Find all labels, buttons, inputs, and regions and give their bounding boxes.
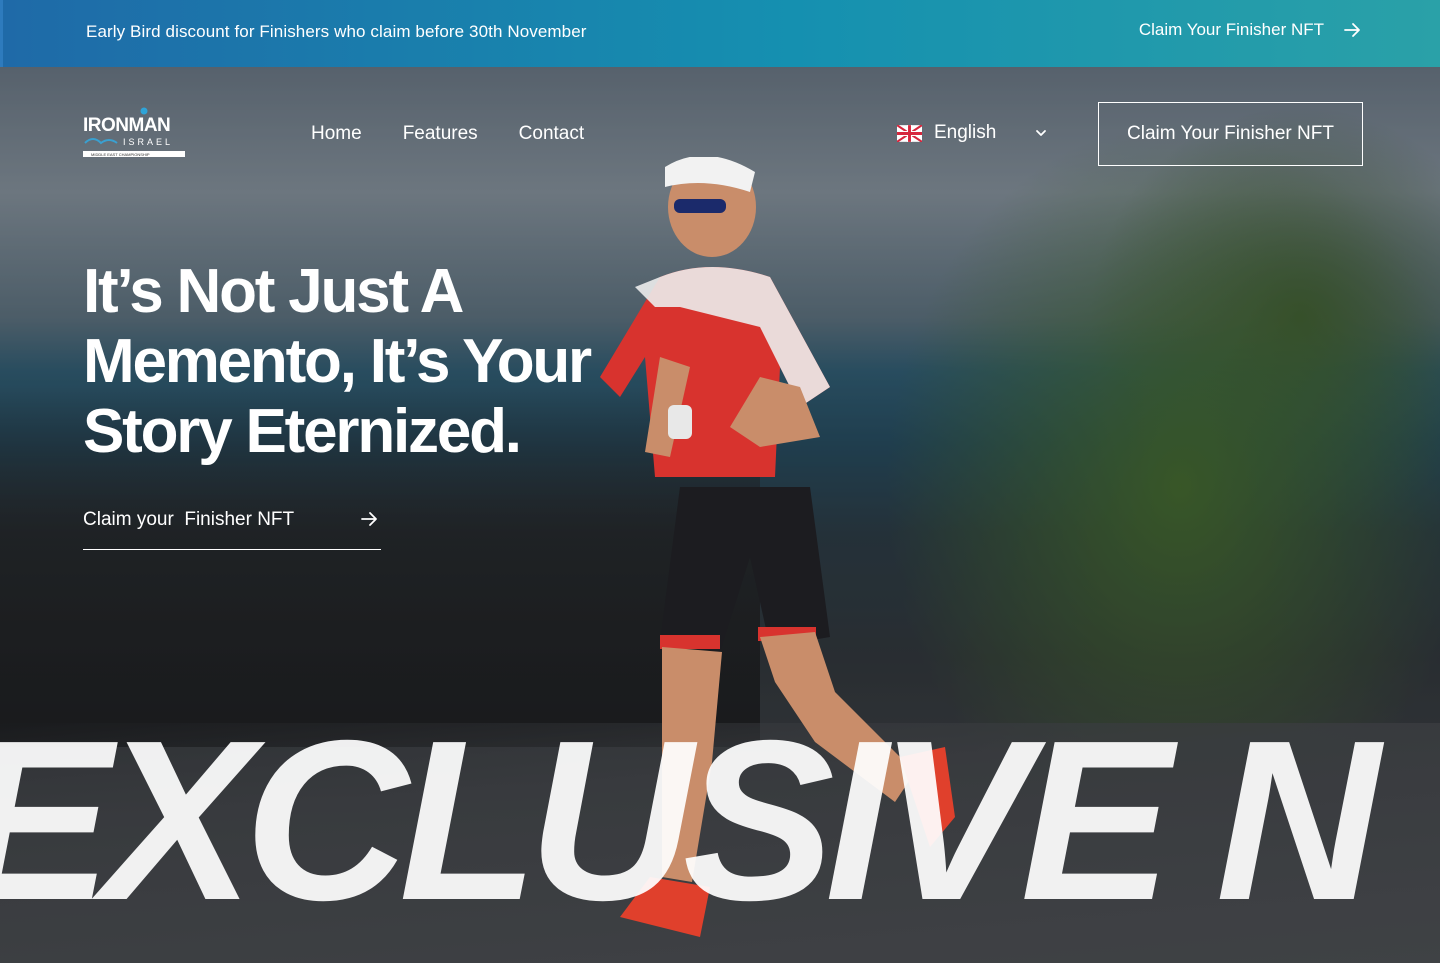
promo-text: Early Bird discount for Finishers who cl… — [86, 22, 587, 41]
ironman-logo-mark: IRONMAN ISRAEL MIDDLE EAST CHAMPIONSHIP — [83, 107, 185, 157]
hero-claim-label: Claim your Finisher NFT — [83, 509, 295, 530]
uk-flag-icon — [897, 124, 922, 142]
nav-contact[interactable]: Contact — [519, 123, 584, 145]
main-nav: Home Features Contact — [311, 123, 584, 145]
svg-text:ISRAEL: ISRAEL — [123, 137, 173, 147]
promo-claim-link[interactable]: Claim Your Finisher NFT — [1139, 20, 1362, 40]
svg-text:IRONMAN: IRONMAN — [83, 115, 170, 136]
language-label: English — [934, 122, 997, 143]
svg-text:MIDDLE EAST CHAMPIONSHIP: MIDDLE EAST CHAMPIONSHIP — [91, 152, 150, 157]
hero-claim-link[interactable]: Claim your Finisher NFT — [83, 503, 381, 550]
marquee-text: EXCLUSIVE N — [0, 694, 1380, 948]
promo-claim-label: Claim Your Finisher NFT — [1138, 20, 1324, 39]
hero-headline: It’s Not Just A Memento, It’s Your Story… — [83, 257, 643, 467]
nav-features[interactable]: Features — [403, 123, 478, 145]
ironman-logo[interactable]: IRONMAN ISRAEL MIDDLE EAST CHAMPIONSHIP — [83, 107, 187, 159]
nav-home[interactable]: Home — [311, 123, 362, 145]
hero-headline-line-2: Memento, It’s Your — [83, 327, 592, 396]
arrow-right-icon — [361, 512, 377, 526]
hero-headline-line-3: Story Eternized. — [83, 397, 522, 466]
chevron-down-icon — [1036, 130, 1047, 136]
hero-section: IRONMAN ISRAEL MIDDLE EAST CHAMPIONSHIP … — [0, 67, 1440, 963]
hero-headline-line-1: It’s Not Just A — [83, 257, 464, 326]
promo-bar: Early Bird discount for Finishers who cl… — [0, 0, 1440, 67]
arrow-right-icon — [1344, 23, 1360, 37]
language-selector[interactable]: English — [897, 122, 1048, 144]
header-claim-button[interactable]: Claim Your Finisher NFT — [1098, 102, 1363, 166]
